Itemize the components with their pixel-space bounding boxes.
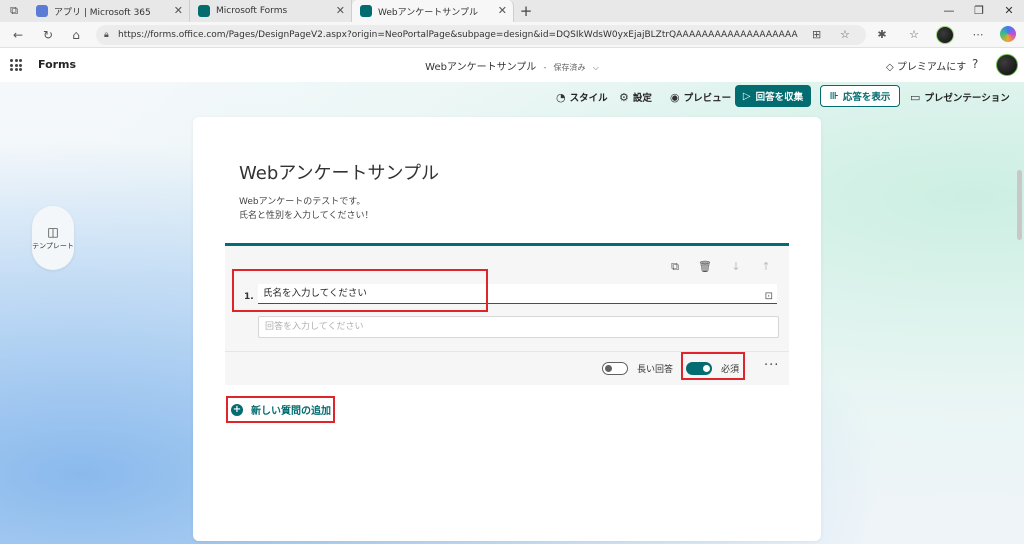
- monitor-icon: ▭: [910, 90, 921, 104]
- lock-icon[interactable]: 🔒︎: [104, 30, 118, 40]
- chart-icon: ⊪: [829, 90, 839, 102]
- home-icon[interactable]: ⌂: [68, 27, 84, 43]
- required-toggle[interactable]: [686, 362, 712, 375]
- back-icon[interactable]: ←: [10, 27, 26, 43]
- diamond-icon: ◇: [886, 62, 894, 73]
- long-answer-toggle[interactable]: [602, 362, 628, 375]
- tab-web-survey[interactable]: Webアンケートサンプル ✕: [352, 0, 514, 22]
- question-footer: 長い回答 必須 ···: [225, 351, 789, 385]
- chevron-down-icon[interactable]: ⌵: [593, 63, 599, 72]
- add-new-question-button[interactable]: + 新しい質問の追加: [231, 402, 331, 417]
- tab-title: Microsoft Forms: [216, 6, 288, 16]
- url-text[interactable]: https://forms.office.com/Pages/DesignPag…: [118, 30, 798, 40]
- move-down-icon[interactable]: ↓: [728, 260, 744, 273]
- app-available-icon[interactable]: ⊞: [812, 28, 821, 41]
- template-button[interactable]: ◫ テンプレート: [32, 206, 74, 270]
- tab-microsoft-365[interactable]: アプリ | Microsoft 365 ✕: [28, 0, 190, 22]
- more-menu-icon[interactable]: ⋯: [970, 27, 986, 43]
- presentation-label: プレゼンテーション: [924, 93, 1010, 104]
- new-tab-button[interactable]: +: [514, 2, 538, 20]
- restore-icon[interactable]: ❐: [964, 0, 994, 22]
- close-tab-icon[interactable]: ✕: [498, 4, 507, 17]
- workspaces-icon[interactable]: ⧉: [0, 0, 28, 22]
- page-scrollbar[interactable]: [1017, 170, 1022, 240]
- form-card: Webアンケートサンプル Webアンケートのテストです。 氏名と性別を入力してく…: [193, 117, 821, 541]
- question-number: 1.: [244, 292, 254, 302]
- forms-favicon-icon: [198, 5, 210, 17]
- view-responses-button[interactable]: ⊪ 応答を表示: [820, 85, 900, 107]
- collect-responses-button[interactable]: ▷ 回答を収集: [735, 85, 811, 107]
- tab-title: Webアンケートサンプル: [378, 7, 478, 18]
- save-status: 保存済み: [553, 63, 586, 72]
- question-title-text: 氏名を入力してください: [263, 288, 367, 299]
- refresh-icon[interactable]: ↻: [40, 27, 56, 43]
- forms-header: Forms Webアンケートサンプル - 保存済み ⌵ ◇ プレミアムにす ?: [0, 48, 1024, 82]
- question-block[interactable]: ⧉ 🗑︎ ↓ ↑ 1. 氏名を入力してください ⊡ 回答を入力してください 長い…: [225, 243, 789, 385]
- profile-avatar[interactable]: [936, 26, 954, 44]
- favorites-icon[interactable]: ☆: [906, 27, 922, 43]
- copy-icon[interactable]: ⧉: [667, 260, 683, 274]
- address-bar[interactable]: 🔒︎ https://forms.office.com/Pages/Design…: [96, 25, 866, 45]
- responses-label: 応答を表示: [842, 92, 891, 103]
- m365-favicon-icon: [36, 5, 48, 17]
- title-separator: -: [543, 63, 547, 72]
- collect-label: 回答を収集: [755, 92, 804, 103]
- style-button[interactable]: ◔ スタイル: [556, 88, 608, 106]
- send-icon: ▷: [742, 90, 751, 102]
- trash-icon[interactable]: 🗑︎: [697, 260, 713, 273]
- move-up-icon[interactable]: ↑: [758, 260, 774, 273]
- preview-label: プレビュー: [683, 93, 732, 104]
- presentation-button[interactable]: ▭ プレゼンテーション: [910, 88, 1010, 106]
- premium-label: プレミアムにす: [896, 62, 967, 73]
- main-area: ◔ スタイル ⚙ 設定 ◉ プレビュー ▷ 回答を収集 ⊪ 応答を表示 ▭ プレ…: [0, 82, 1024, 544]
- description-line: 氏名と性別を入力してください！: [239, 211, 374, 221]
- user-avatar[interactable]: [996, 54, 1018, 76]
- close-window-icon[interactable]: ✕: [994, 0, 1024, 22]
- template-icon: ◫: [47, 225, 59, 239]
- plus-icon: +: [231, 403, 243, 416]
- preview-button[interactable]: ◉ プレビュー: [670, 88, 731, 106]
- favorite-star-icon[interactable]: ☆: [840, 28, 850, 41]
- copilot-icon[interactable]: [1000, 26, 1016, 42]
- palette-icon: ◔: [556, 90, 566, 104]
- settings-button[interactable]: ⚙ 設定: [619, 88, 652, 106]
- close-tab-icon[interactable]: ✕: [174, 4, 183, 17]
- question-title-input[interactable]: 氏名を入力してください ⊡: [258, 284, 777, 304]
- browser-tab-strip: ⧉ アプリ | Microsoft 365 ✕ Microsoft Forms …: [0, 0, 1024, 22]
- forms-favicon-icon: [360, 5, 372, 17]
- gear-icon: ⚙: [619, 90, 629, 104]
- description-line: Webアンケートのテストです。: [239, 197, 366, 207]
- tab-microsoft-forms[interactable]: Microsoft Forms ✕: [190, 0, 352, 22]
- help-icon[interactable]: ?: [972, 57, 978, 71]
- settings-label: 設定: [632, 93, 652, 104]
- premium-button[interactable]: ◇ プレミアムにす: [886, 58, 966, 73]
- form-title[interactable]: Webアンケートサンプル: [239, 159, 439, 185]
- extensions-icon[interactable]: ✱: [874, 27, 890, 43]
- more-options-icon[interactable]: ···: [764, 358, 779, 373]
- template-label: テンプレート: [32, 242, 74, 250]
- address-bar-row: ← ↻ ⌂ 🔒︎ https://forms.office.com/Pages/…: [0, 22, 1024, 48]
- document-title-bar[interactable]: Webアンケートサンプル - 保存済み ⌵: [0, 58, 1024, 73]
- form-description[interactable]: Webアンケートのテストです。 氏名と性別を入力してください！: [239, 195, 373, 223]
- close-tab-icon[interactable]: ✕: [336, 4, 345, 17]
- add-question-label: 新しい質問の追加: [251, 406, 331, 417]
- eye-icon: ◉: [670, 90, 680, 104]
- tab-title: アプリ | Microsoft 365: [54, 7, 151, 18]
- minimize-icon[interactable]: —: [934, 0, 964, 22]
- document-title: Webアンケートサンプル: [425, 62, 537, 73]
- image-insert-icon[interactable]: ⊡: [765, 287, 773, 307]
- required-label: 必須: [721, 365, 740, 375]
- style-label: スタイル: [569, 93, 608, 104]
- long-answer-label: 長い回答: [637, 365, 674, 375]
- answer-input[interactable]: 回答を入力してください: [258, 316, 779, 338]
